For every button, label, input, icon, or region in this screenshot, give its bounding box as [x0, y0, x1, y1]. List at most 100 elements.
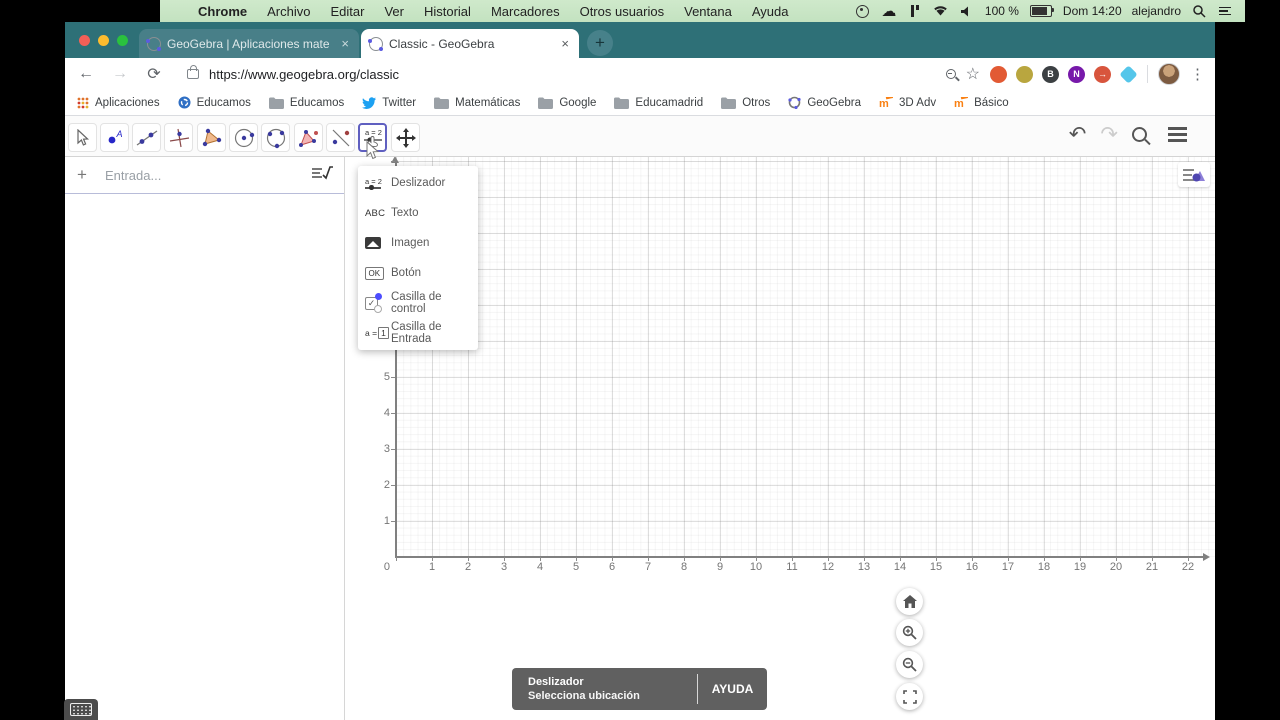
angle-tool[interactable]: [294, 123, 323, 152]
tab-close-icon[interactable]: ×: [559, 36, 571, 51]
home-view-button[interactable]: [896, 588, 923, 615]
menu-item[interactable]: Archivo: [257, 4, 320, 19]
tab-geogebra-home[interactable]: GeoGebra | Aplicaciones mate ×: [139, 29, 359, 58]
b-ext-icon[interactable]: B: [1042, 65, 1059, 83]
dropdown-item-deslizador[interactable]: a = 2 Deslizador: [358, 168, 478, 198]
geogebra-toolbar: A a = 2 ↶ ↷: [65, 116, 1215, 157]
wifi-icon[interactable]: [933, 3, 949, 19]
menu-item[interactable]: Chrome: [188, 4, 257, 19]
menu-item[interactable]: Ayuda: [742, 4, 799, 19]
minimize-window-button[interactable]: [98, 35, 109, 46]
x-axis-arrow: [1203, 553, 1210, 561]
bookmark-geogebra[interactable]: GeoGebra: [788, 96, 861, 109]
fullscreen-button[interactable]: [896, 683, 923, 710]
menu-item[interactable]: Historial: [414, 4, 481, 19]
main-menu-icon[interactable]: [1168, 127, 1187, 142]
shield-ext-icon[interactable]: [1016, 65, 1033, 83]
dropdown-item-imagen[interactable]: Imagen: [358, 228, 478, 258]
new-tab-button[interactable]: +: [587, 30, 613, 56]
screen-record-icon[interactable]: [855, 3, 871, 19]
menu-item[interactable]: Editar: [320, 4, 374, 19]
line-tool[interactable]: [132, 123, 161, 152]
x-axis-label: 5: [572, 561, 580, 573]
dropdown-item-label: Botón: [391, 267, 422, 279]
tab-close-icon[interactable]: ×: [339, 36, 351, 51]
duckduckgo-icon[interactable]: [990, 65, 1007, 83]
zoom-window-button[interactable]: [117, 35, 128, 46]
tab-classic-geogebra[interactable]: Classic - GeoGebra ×: [361, 29, 579, 58]
volume-icon[interactable]: [959, 3, 975, 19]
point-tool[interactable]: A: [100, 123, 129, 152]
button-icon: OK: [365, 266, 391, 280]
dropdown-item-texto[interactable]: ABC Texto: [358, 198, 478, 228]
add-expression-icon[interactable]: +: [77, 165, 87, 185]
bookmark-aplicaciones[interactable]: Aplicaciones: [77, 97, 160, 109]
bookmark-3d adv[interactable]: m 3D Adv: [879, 96, 937, 109]
slider-tool-dropdown: a = 2Deslizador ABC Texto Imagen OKBotón Casi…: [358, 166, 478, 350]
dropdown-item-casilla-de-entrada[interactable]: a = 1 Casilla de Entrada: [358, 318, 478, 348]
back-button[interactable]: ←: [73, 61, 99, 87]
bookmark-educamos[interactable]: Educamos: [268, 97, 344, 109]
bookmark-label: Educamadrid: [635, 96, 704, 109]
conic-tool[interactable]: [261, 123, 290, 152]
menubar-user[interactable]: alejandro: [1132, 4, 1181, 18]
bookmark-otros[interactable]: Otros: [721, 97, 770, 109]
bookmark-educamadrid[interactable]: Educamadrid: [614, 97, 703, 109]
redo-icon[interactable]: ↷: [1100, 124, 1118, 145]
help-button[interactable]: AYUDA: [698, 682, 767, 696]
x-axis-label: 12: [821, 561, 835, 573]
zoom-out-button[interactable]: [896, 651, 923, 678]
battery-icon[interactable]: [1029, 3, 1054, 19]
menu-item[interactable]: Marcadores: [481, 4, 570, 19]
menu-item[interactable]: Ventana: [674, 4, 742, 19]
bookmark-label: 3D Adv: [899, 96, 937, 109]
folder-icon: [721, 97, 737, 109]
diamond-ext-icon[interactable]: [1119, 64, 1138, 84]
zoom-page-icon[interactable]: [945, 69, 956, 79]
algebra-input-row[interactable]: + Entrada...: [65, 157, 344, 194]
reload-button[interactable]: ⟳: [141, 61, 167, 87]
forward-button[interactable]: →: [107, 61, 133, 87]
y-axis-label: 4: [383, 407, 390, 419]
browser-toolbar: ← → ⟳ https://www.geogebra.org/classic ☆…: [65, 58, 1215, 90]
spotlight-icon[interactable]: [1191, 3, 1207, 19]
zoom-in-button[interactable]: [896, 619, 923, 646]
menubar-clock[interactable]: Dom 14:20: [1063, 4, 1122, 18]
polygon-tool[interactable]: [197, 123, 226, 152]
close-window-button[interactable]: [79, 35, 90, 46]
undo-icon[interactable]: ↶: [1069, 124, 1087, 145]
bookmark-básico[interactable]: m Básico: [954, 96, 1009, 109]
reflection-tool[interactable]: [326, 123, 355, 152]
tab-title: GeoGebra | Aplicaciones mate: [167, 36, 330, 51]
notification-center-icon[interactable]: [1217, 3, 1233, 19]
dropdown-item-casilla-de-control[interactable]: Casilla de control: [358, 288, 478, 318]
bookmark-twitter[interactable]: Twitter: [362, 97, 416, 109]
dropdown-item-botón[interactable]: OK Botón: [358, 258, 478, 288]
move-tool[interactable]: [68, 123, 97, 152]
onenote-icon[interactable]: N: [1068, 65, 1085, 83]
bookmark-label: Matemáticas: [455, 96, 521, 109]
pan-view-tool[interactable]: [391, 123, 420, 152]
profile-avatar[interactable]: [1158, 63, 1180, 85]
bookmark-educamos[interactable]: Educamos: [178, 96, 251, 109]
stylebar-toggle-button[interactable]: [1178, 162, 1210, 187]
https-lock-icon[interactable]: [187, 65, 199, 79]
bookmark-matemáticas[interactable]: Matemáticas: [434, 97, 520, 109]
chrome-menu-icon[interactable]: ⋮: [1190, 65, 1205, 83]
address-bar[interactable]: https://www.geogebra.org/classic: [209, 67, 946, 82]
input-help-icon[interactable]: [310, 164, 334, 187]
app-bars-icon[interactable]: [907, 3, 923, 19]
virtual-keyboard-button[interactable]: [64, 699, 98, 720]
x-axis-label: 19: [1073, 561, 1087, 573]
arrow-ext-icon[interactable]: →: [1094, 65, 1111, 83]
cloud-upload-icon[interactable]: ☁: [881, 3, 897, 20]
bookmark-google[interactable]: Google: [538, 97, 596, 109]
x-axis-label: 9: [716, 561, 724, 573]
menu-item[interactable]: Ver: [374, 4, 414, 19]
perpendicular-line-tool[interactable]: [164, 123, 193, 152]
search-icon[interactable]: [1132, 127, 1154, 142]
bookmark-star-icon[interactable]: ☆: [966, 64, 980, 84]
circle-center-tool[interactable]: [229, 123, 258, 152]
menu-item[interactable]: Otros usuarios: [570, 4, 675, 19]
input-placeholder[interactable]: Entrada...: [105, 168, 310, 183]
